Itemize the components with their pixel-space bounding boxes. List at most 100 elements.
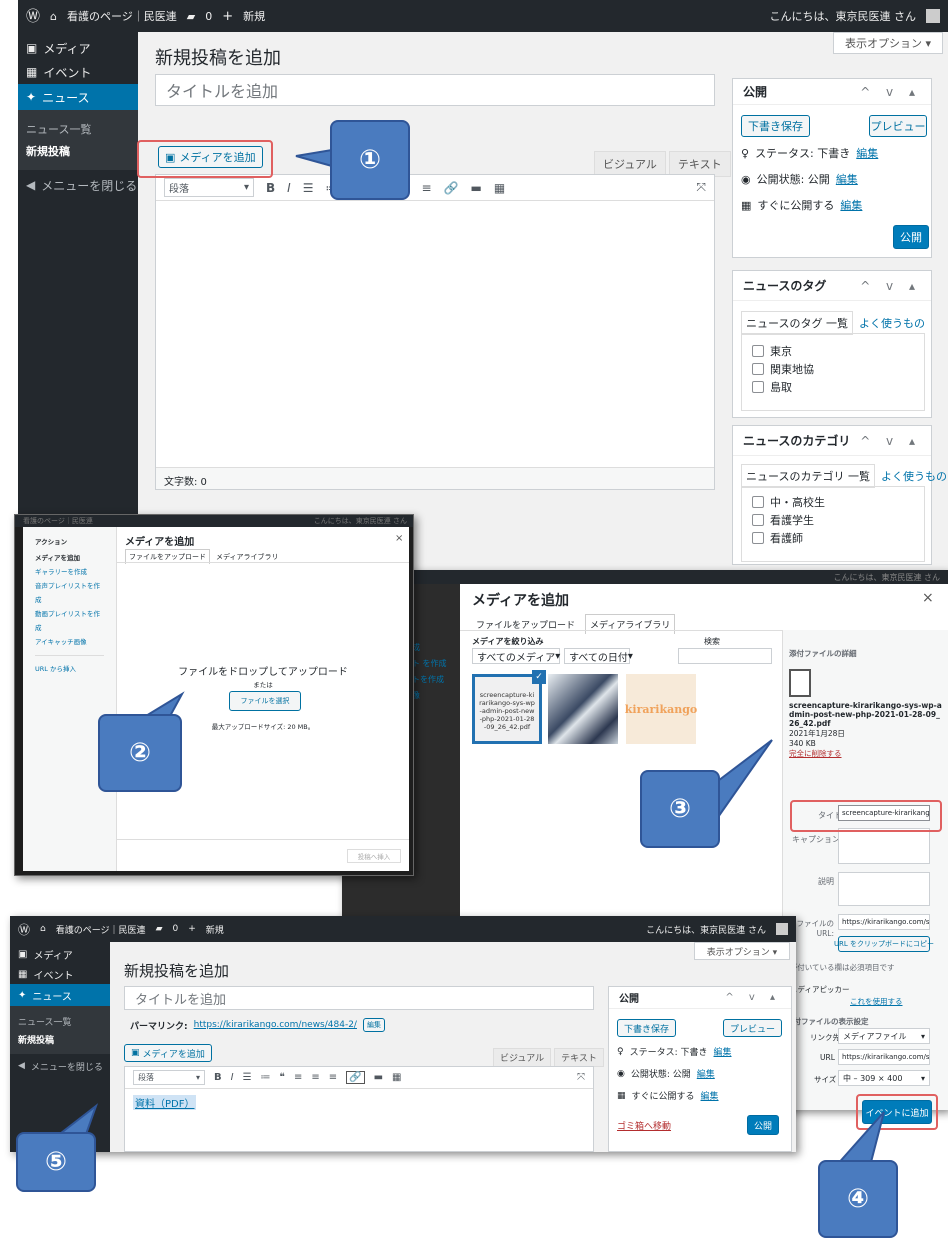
avatar[interactable] <box>926 9 940 23</box>
numbered-list-icon[interactable]: ≔ <box>261 1072 271 1083</box>
visibility-edit-link[interactable]: 編集 <box>836 171 858 187</box>
publish-button[interactable]: 公開 <box>893 225 929 249</box>
box-controls-icon[interactable]: ^ v ▴ <box>725 992 781 1003</box>
format-select[interactable]: 段落 ▾ <box>164 178 254 197</box>
tag-item[interactable]: 東京 <box>752 342 914 360</box>
size-select[interactable]: 中 – 309 × 400 ▾ <box>838 1070 930 1086</box>
category-item[interactable]: 看護師 <box>752 529 914 547</box>
save-draft-button[interactable]: 下書き保存 <box>741 115 810 137</box>
screen-options-button[interactable]: 表示オプション ▾ <box>694 942 790 960</box>
collapse-menu[interactable]: ◀ メニューを閉じる <box>10 1054 110 1078</box>
fullscreen-icon[interactable]: ⤧ <box>696 180 706 195</box>
new-link[interactable]: 新規 <box>243 8 265 24</box>
comment-count[interactable]: 0 <box>172 924 178 934</box>
status-edit-link[interactable]: 編集 <box>714 1045 732 1058</box>
menu-media[interactable]: ▣ メディア <box>18 36 138 60</box>
submenu-news-list[interactable]: ニュース一覧 <box>10 1012 110 1030</box>
preview-button[interactable]: プレビュー <box>869 115 927 137</box>
status-edit-link[interactable]: 編集 <box>856 145 878 161</box>
quote-icon[interactable]: ❝ <box>280 1072 285 1083</box>
greeting[interactable]: こんにちは、東京民医連 さん <box>646 923 766 936</box>
new-link[interactable]: 新規 <box>206 923 224 936</box>
link-icon[interactable]: 🔗 <box>346 1071 365 1084</box>
permalink-link[interactable]: https://kirarikango.com/news/484-2/ <box>194 1020 357 1030</box>
wordpress-icon[interactable]: Ⓦ <box>26 6 40 26</box>
fullscreen-icon[interactable]: ⤧ <box>577 1072 585 1083</box>
more-icon[interactable]: ▬ <box>374 1072 383 1083</box>
save-draft-button[interactable]: 下書き保存 <box>617 1019 677 1037</box>
schedule-edit-link[interactable]: 編集 <box>701 1089 719 1102</box>
site-name[interactable]: 看護のページ｜民医連 <box>56 923 146 936</box>
tags-tab-popular[interactable]: よく使うもの <box>859 315 925 331</box>
file-url-field[interactable]: https://kirarikango.com/sys <box>838 914 930 930</box>
menu-featured-image[interactable]: アイキャッチ画像 <box>35 635 104 656</box>
wordpress-icon[interactable]: Ⓦ <box>18 921 30 938</box>
insert-button-disabled[interactable]: 投稿へ挿入 <box>347 849 401 863</box>
menu-audio-playlist[interactable]: 音声プレイリストを作成 <box>35 579 104 607</box>
add-media-button[interactable]: ▣ メディアを追加 <box>124 1044 212 1062</box>
menu-add-media[interactable]: メディアを追加 <box>35 551 104 565</box>
italic-icon[interactable]: I <box>287 181 291 195</box>
categories-tab-all[interactable]: ニュースのカテゴリ 一覧 <box>741 464 875 488</box>
align-left-icon[interactable]: ≡ <box>294 1072 302 1083</box>
checkbox[interactable] <box>752 532 764 544</box>
bullet-list-icon[interactable]: ☰ <box>243 1072 252 1083</box>
checkbox[interactable] <box>752 381 764 393</box>
content-link[interactable]: 資料（PDF） <box>133 1095 197 1110</box>
tab-visual[interactable]: ビジュアル <box>493 1048 552 1067</box>
filter-date-select[interactable]: すべての日付 ▾ <box>564 648 633 664</box>
menu-insert-from-url[interactable]: URL から挿入 <box>35 662 104 676</box>
box-controls-icon[interactable]: ^ v ▴ <box>860 279 921 293</box>
delete-permanently-link[interactable]: 完全に削除する <box>789 748 942 759</box>
avatar[interactable] <box>776 923 788 935</box>
post-title-input[interactable]: タイトルを追加 <box>124 986 594 1010</box>
site-name[interactable]: 看護のページ｜民医連 <box>67 8 177 24</box>
submenu-new-post[interactable]: 新規投稿 <box>18 140 138 162</box>
tab-library[interactable]: メディアライブラリ <box>585 614 676 634</box>
publish-button[interactable]: 公開 <box>747 1115 779 1135</box>
submenu-new-post[interactable]: 新規投稿 <box>10 1030 110 1048</box>
bold-icon[interactable]: B <box>266 181 275 195</box>
align-right-icon[interactable]: ≡ <box>329 1072 337 1083</box>
comment-count[interactable]: 0 <box>205 10 212 23</box>
collapse-menu[interactable]: ◀ メニューを閉じる <box>18 170 138 200</box>
url-field[interactable]: https://kirarikango.com/sys <box>838 1049 930 1065</box>
menu-create-gallery[interactable]: ギャラリーを作成 <box>35 565 104 579</box>
attachment-photo[interactable] <box>548 674 618 744</box>
menu-news[interactable]: ✦ ニュース <box>18 84 138 110</box>
kitchen-sink-icon[interactable]: ▦ <box>392 1072 401 1083</box>
format-select[interactable]: 段落 ▾ <box>133 1070 205 1085</box>
menu-events[interactable]: ▦ イベント <box>18 60 138 84</box>
select-files-button[interactable]: ファイルを選択 <box>229 691 301 711</box>
check-icon[interactable]: ✓ <box>532 670 546 684</box>
tab-text[interactable]: テキスト <box>554 1048 604 1067</box>
screen-options-button[interactable]: 表示オプション ▾ <box>833 32 943 54</box>
copy-url-button[interactable]: URL をクリップボードにコピー <box>834 936 934 952</box>
checkbox[interactable] <box>752 514 764 526</box>
attachment-logo[interactable]: kirarikango <box>625 674 697 744</box>
align-right-icon[interactable]: ≡ <box>421 181 431 195</box>
greeting[interactable]: こんにちは、東京民医連 さん <box>770 8 917 24</box>
italic-icon[interactable]: I <box>231 1072 234 1083</box>
trash-link[interactable]: ゴミ箱へ移動 <box>617 1119 671 1132</box>
more-icon[interactable]: ▬ <box>470 181 481 195</box>
permalink-edit-button[interactable]: 編集 <box>362 1018 385 1032</box>
menu-video-playlist[interactable]: 動画プレイリストを作成 <box>35 607 104 635</box>
tags-tab-all[interactable]: ニュースのタグ 一覧 <box>741 311 853 335</box>
tab-library[interactable]: メディアライブラリ <box>216 552 279 562</box>
box-controls-icon[interactable]: ^ v ▴ <box>860 434 921 448</box>
menu-events[interactable]: ▦ イベント <box>10 964 110 984</box>
kitchen-sink-icon[interactable]: ▦ <box>494 181 505 195</box>
modal-close-icon[interactable]: × <box>922 590 934 606</box>
category-item[interactable]: 看護学生 <box>752 511 914 529</box>
checkbox[interactable] <box>752 345 764 357</box>
category-item[interactable]: 中・高校生 <box>752 493 914 511</box>
visibility-edit-link[interactable]: 編集 <box>697 1067 715 1080</box>
modal-close-icon[interactable]: × <box>395 533 403 544</box>
bullet-list-icon[interactable]: ☰ <box>303 181 314 195</box>
attachment-pdf[interactable]: screencapture-kirarikango-sys-wp-admin-p… <box>472 674 542 744</box>
menu-news[interactable]: ✦ ニュース <box>10 984 110 1006</box>
menu-media[interactable]: ▣ メディア <box>10 944 110 964</box>
description-field[interactable] <box>838 872 930 906</box>
submenu-news-list[interactable]: ニュース一覧 <box>18 118 138 140</box>
